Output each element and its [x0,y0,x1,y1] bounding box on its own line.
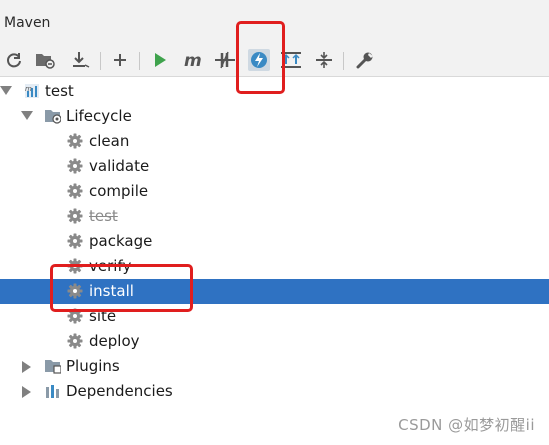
toolbar-separator [139,52,140,70]
annotation-highlight-install [50,264,193,312]
tool-window-title: Maven [4,15,51,31]
add-button[interactable] [107,44,133,76]
collapse-arrow-icon[interactable] [22,386,31,398]
gear-icon [67,333,83,349]
lifecycle-goal-compile[interactable]: compile [0,179,549,204]
goal-label: clean [89,132,130,150]
lifecycle-goal-clean[interactable]: clean [0,129,549,154]
toolbar-separator [100,52,101,70]
tree-label-project: test [45,82,74,100]
plus-icon [114,54,126,66]
expand-arrow-icon[interactable] [21,111,33,120]
goal-label: deploy [89,332,140,350]
gear-icon [67,183,83,199]
maven-project-icon: m [25,84,39,98]
dependencies-icon [46,385,59,398]
goal-label: package [89,232,153,250]
tree-label-lifecycle: Lifecycle [66,107,132,125]
tree-node-dependencies[interactable]: Dependencies [0,379,549,404]
toggle-offline-icon [215,51,235,69]
execute-maven-goal-button[interactable]: m [181,44,207,76]
svg-text:m: m [25,85,32,93]
maven-goal-icon: m [184,51,202,69]
reload-icon [7,53,21,68]
expand-arrow-icon[interactable] [0,86,12,95]
toggle-offline-button[interactable] [212,44,238,76]
lifecycle-goal-test[interactable]: test [0,204,549,229]
lifecycle-goal-validate[interactable]: validate [0,154,549,179]
tree-label-plugins: Plugins [66,357,120,375]
lifecycle-goal-package[interactable]: package [0,229,549,254]
plugins-folder-icon [45,360,61,374]
settings-wrench-icon [356,52,373,69]
toolbar-separator [343,52,344,70]
gear-icon [67,208,83,224]
watermark: CSDN @如梦初醒ii [398,416,535,434]
maven-settings-button[interactable] [352,44,378,76]
gear-icon [67,233,83,249]
goal-label: validate [89,157,150,175]
tree-node-lifecycle[interactable]: Lifecycle [0,104,549,129]
gear-icon [67,133,83,149]
collapse-arrow-icon[interactable] [22,361,31,373]
goal-label: compile [89,182,149,200]
download-icon [73,52,90,68]
add-maven-project-button[interactable] [32,44,58,76]
goal-label-skipped: test [89,207,118,225]
run-icon [155,53,166,67]
annotation-highlight-skip-tests [236,21,285,94]
gear-icon [67,158,83,174]
run-button[interactable] [147,44,173,76]
lifecycle-folder-icon [45,110,61,124]
tree-node-plugins[interactable]: Plugins [0,354,549,379]
tree-label-dependencies: Dependencies [66,382,173,400]
collapse-all-button[interactable] [311,44,337,76]
reload-button[interactable] [1,44,27,76]
collapse-all-icon [316,52,332,68]
svg-text:m: m [184,51,202,69]
download-sources-button[interactable] [67,44,93,76]
add-folder-icon [36,54,55,69]
lifecycle-goal-deploy[interactable]: deploy [0,329,549,354]
